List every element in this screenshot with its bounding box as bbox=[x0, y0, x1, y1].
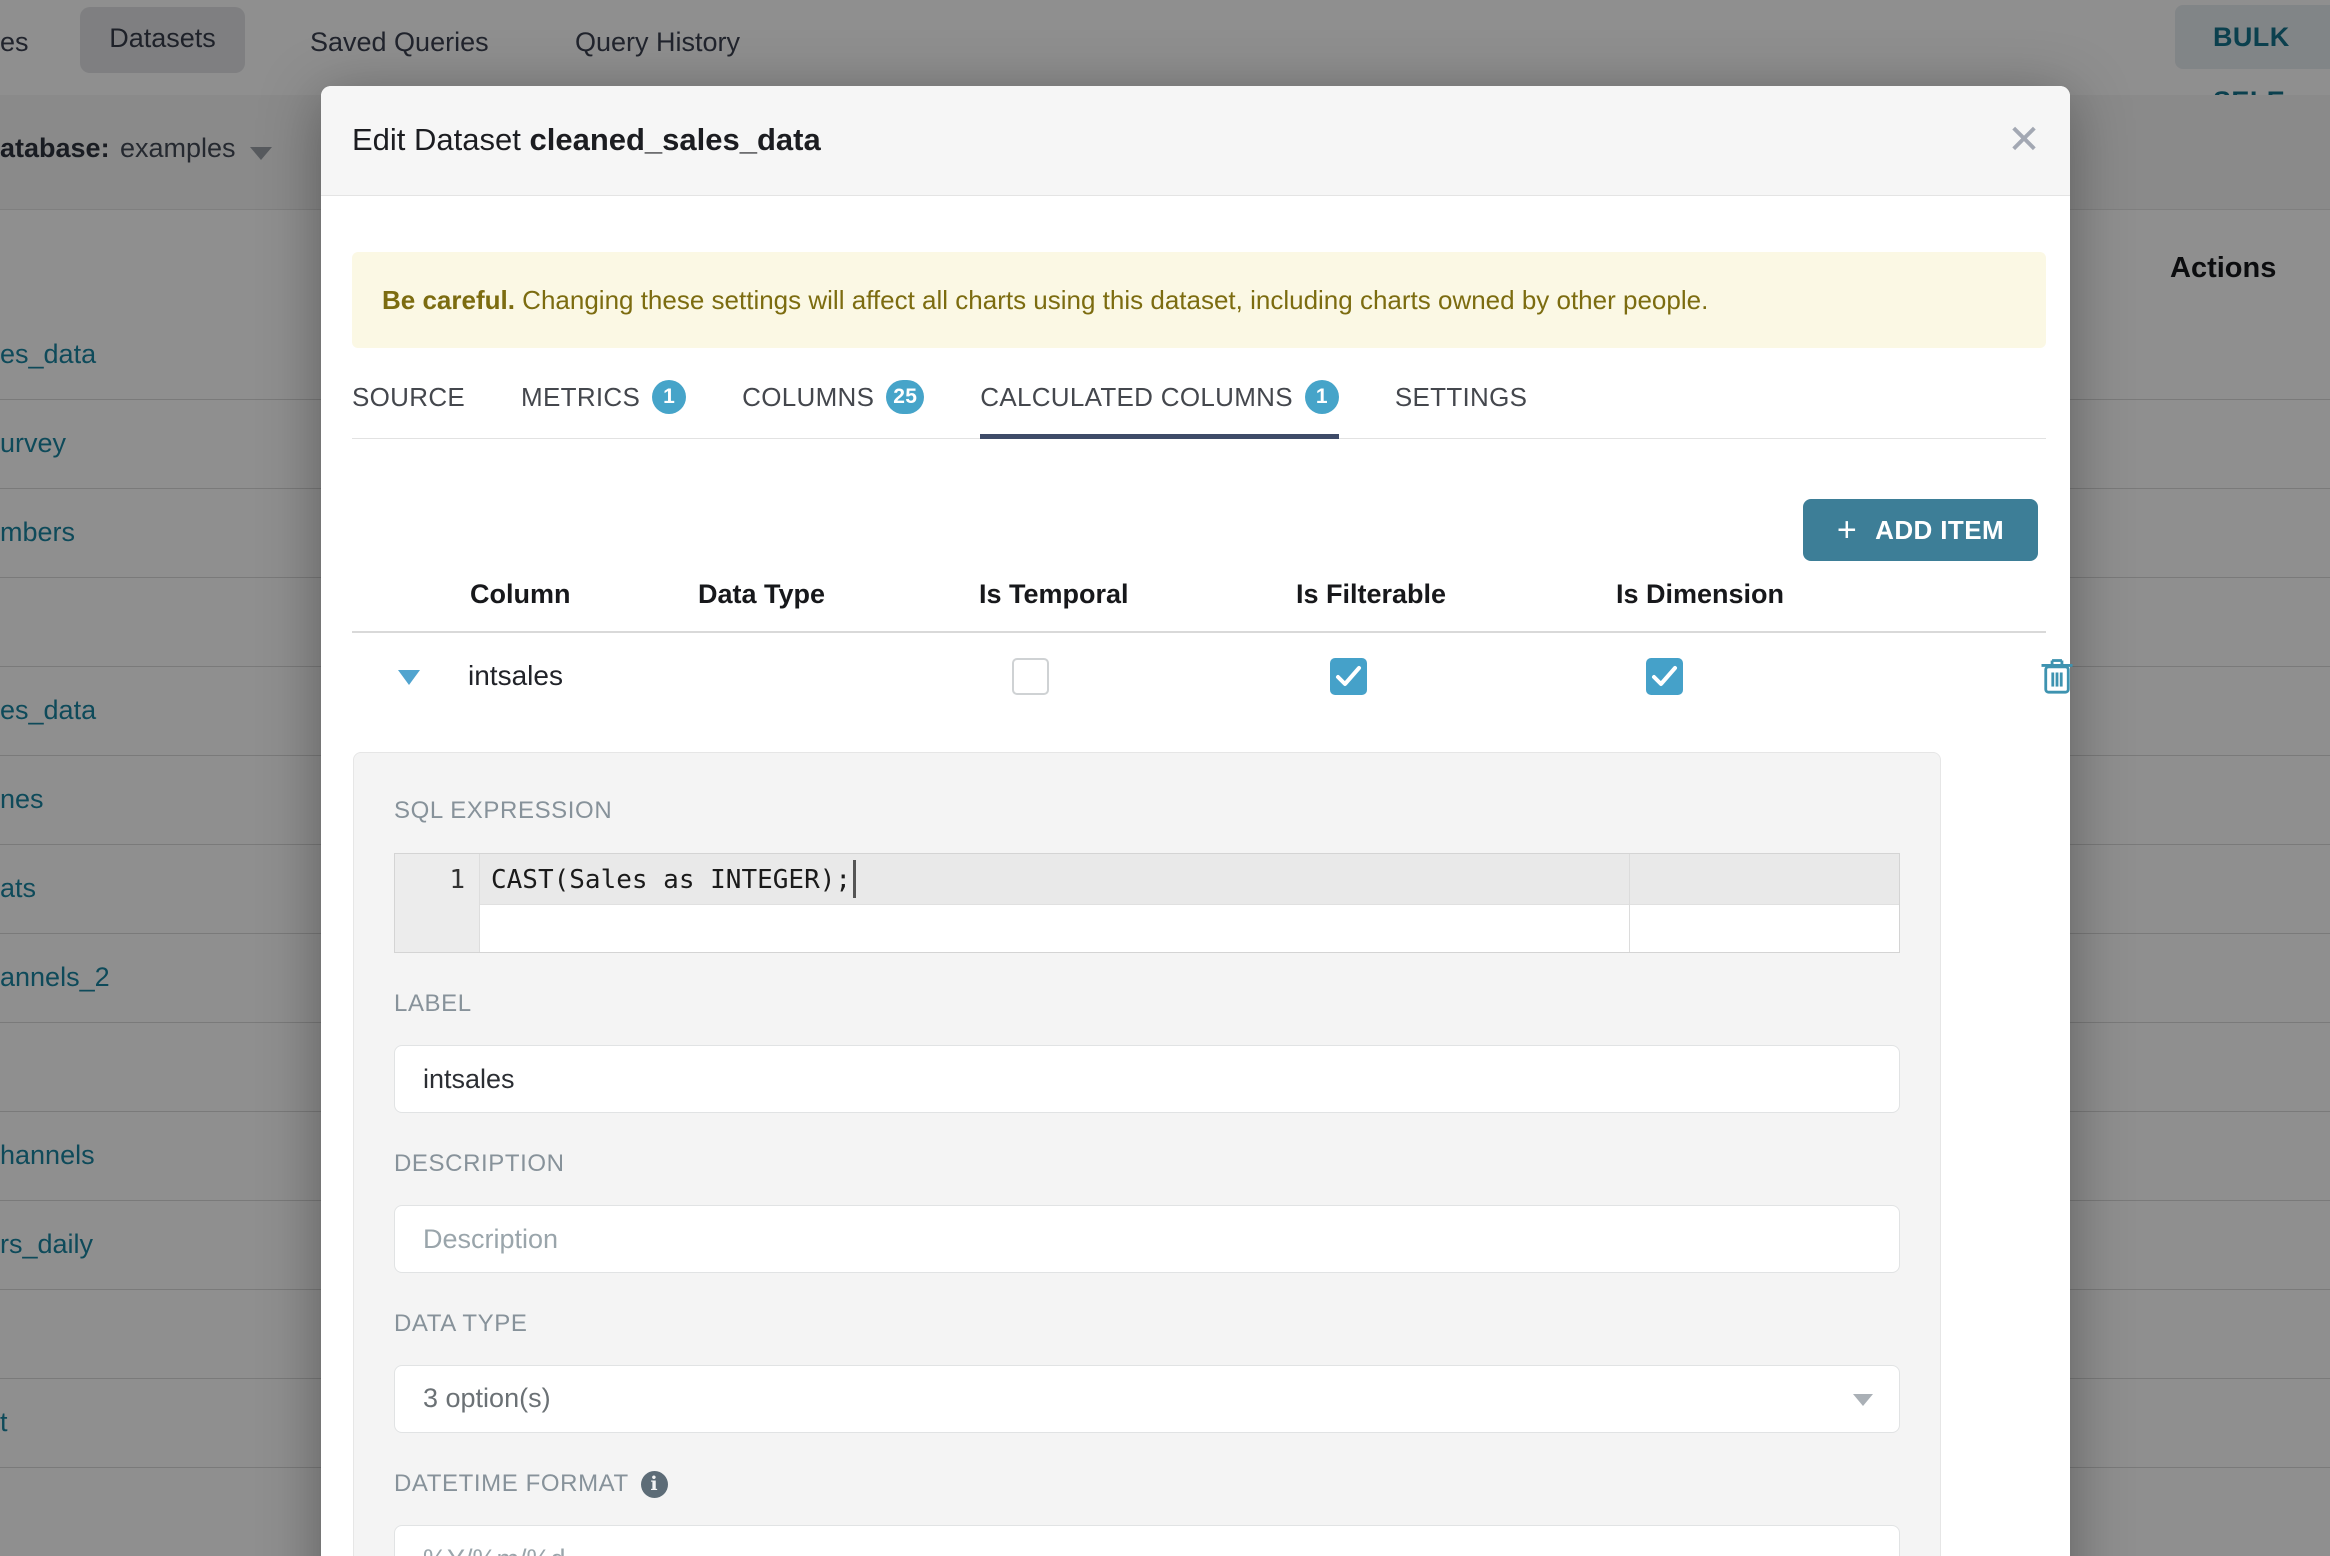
editor-gutter: 1 bbox=[395, 854, 480, 952]
text-cursor bbox=[853, 860, 857, 898]
trash-icon[interactable] bbox=[2040, 657, 2074, 695]
tab-count-badge: 1 bbox=[1304, 380, 1339, 414]
label-field-label: LABEL bbox=[394, 990, 472, 1017]
warning-banner: Be careful. Changing these settings will… bbox=[352, 252, 2046, 348]
description-input[interactable] bbox=[394, 1205, 1900, 1273]
editor-print-margin bbox=[1629, 854, 1630, 952]
data-type-field-label: DATA TYPE bbox=[394, 1310, 528, 1337]
header-is-temporal: Is Temporal bbox=[979, 579, 1129, 609]
datetime-format-input[interactable] bbox=[394, 1525, 1900, 1556]
close-icon[interactable]: ✕ bbox=[2000, 116, 2048, 164]
is-dimension-checkbox[interactable] bbox=[1646, 658, 1683, 695]
calculated-column-detail-panel: SQL EXPRESSION 1 CAST(Sales as INTEGER);… bbox=[353, 752, 1941, 1556]
header-is-filterable: Is Filterable bbox=[1296, 579, 1447, 609]
data-type-select[interactable]: 3 option(s) bbox=[394, 1365, 1900, 1433]
modal-body: Be careful. Changing these settings will… bbox=[352, 196, 2073, 1556]
tab-metrics[interactable]: METRICS 1 bbox=[521, 380, 687, 438]
header-is-dimension: Is Dimension bbox=[1616, 579, 1785, 609]
columns-header-row: Column Data Type Is Temporal Is Filterab… bbox=[352, 561, 2046, 631]
header-data-type: Data Type bbox=[698, 579, 826, 609]
tab-calculated-columns[interactable]: CALCULATED COLUMNS 1 bbox=[980, 380, 1339, 439]
tab-count-badge: 1 bbox=[652, 380, 687, 414]
edit-dataset-modal: Edit Dataset cleaned_sales_data ✕ Be car… bbox=[321, 86, 2073, 1556]
info-icon[interactable]: i bbox=[640, 1470, 668, 1498]
expand-caret-icon[interactable] bbox=[398, 670, 420, 685]
warning-bold: Be careful. bbox=[382, 285, 515, 315]
add-item-button[interactable]: + ADD ITEM bbox=[1802, 499, 2038, 561]
sql-editor[interactable]: 1 CAST(Sales as INTEGER); bbox=[394, 853, 1900, 953]
tab-label: SETTINGS bbox=[1394, 381, 1528, 412]
line-number: 1 bbox=[449, 865, 465, 895]
modal-title: Edit Dataset cleaned_sales_data bbox=[352, 122, 821, 157]
is-filterable-checkbox[interactable] bbox=[1330, 658, 1367, 695]
is-temporal-checkbox[interactable] bbox=[1012, 658, 1049, 695]
dataset-name: cleaned_sales_data bbox=[529, 122, 821, 157]
tab-label: SOURCE bbox=[352, 381, 466, 412]
screen: es Datasets Saved Queries Query History … bbox=[0, 0, 2330, 1556]
label-input[interactable] bbox=[394, 1045, 1900, 1113]
datetime-format-field-label: DATETIME FORMAT i bbox=[394, 1470, 1900, 1498]
tab-count-badge: 25 bbox=[886, 380, 925, 414]
tab-label: CALCULATED COLUMNS bbox=[980, 381, 1293, 412]
plus-icon: + bbox=[1836, 511, 1858, 549]
tab-label: METRICS bbox=[521, 381, 641, 412]
tab-settings[interactable]: SETTINGS bbox=[1395, 380, 1527, 438]
sql-code: CAST(Sales as INTEGER); bbox=[491, 865, 852, 895]
toolbar: + ADD ITEM bbox=[352, 499, 2046, 561]
warning-text: Changing these settings will affect all … bbox=[514, 285, 1709, 315]
modal-tabs: SOURCE METRICS 1 COLUMNS 25 CALCULATED COLUMN… bbox=[352, 380, 2046, 439]
calculated-column-row: intsales bbox=[352, 633, 2073, 722]
column-name: intsales bbox=[468, 660, 563, 691]
chevron-down-icon bbox=[1853, 1394, 1873, 1406]
description-field-label: DESCRIPTION bbox=[394, 1150, 565, 1177]
tab-source[interactable]: SOURCE bbox=[352, 380, 465, 438]
header-column: Column bbox=[470, 579, 571, 609]
sql-expression-label: SQL EXPRESSION bbox=[394, 797, 613, 824]
modal-header: Edit Dataset cleaned_sales_data ✕ bbox=[321, 86, 2070, 196]
tab-label: COLUMNS bbox=[742, 381, 875, 412]
tab-columns[interactable]: COLUMNS 25 bbox=[742, 380, 925, 438]
